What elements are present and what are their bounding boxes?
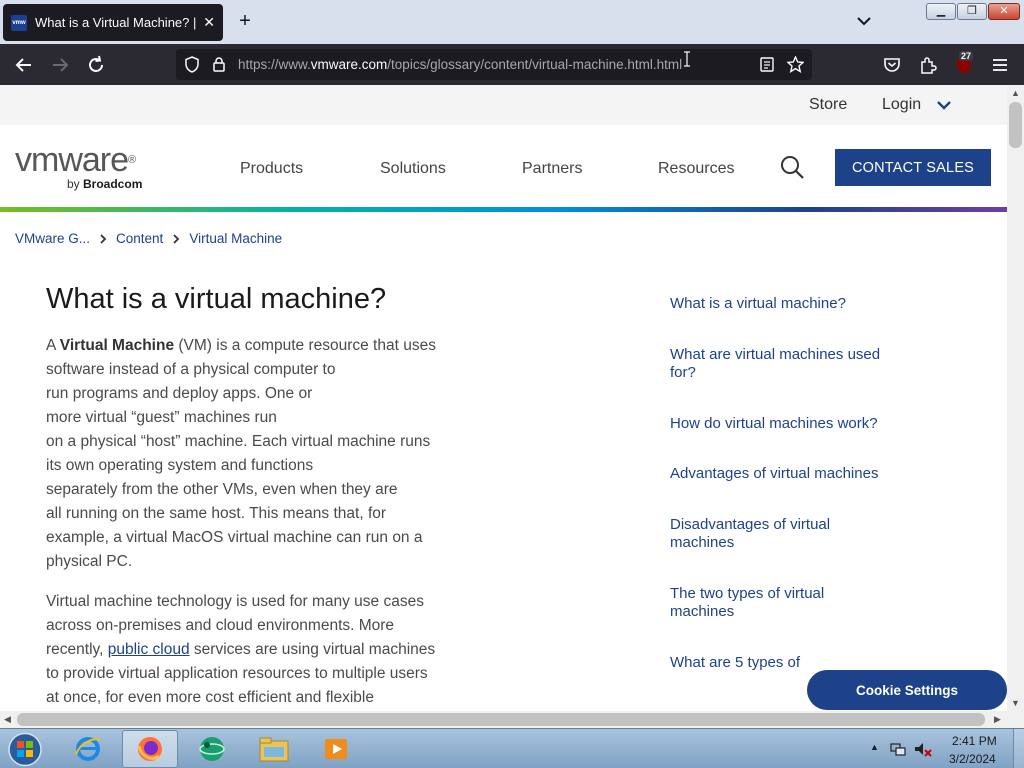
breadcrumb-item-content[interactable]: Content [116,231,163,246]
media-player-icon [325,739,347,759]
main-navigation: vmware® by Broadcom Products Solutions P… [0,125,1007,208]
show-desktop-button[interactable] [1013,729,1024,768]
clock-date[interactable]: 3/2/2024 [949,752,996,766]
horizontal-scroll-thumb[interactable] [17,713,985,726]
toc-link[interactable]: Disadvantages of virtual machines [670,516,890,553]
taskbar-firefox[interactable] [122,730,178,768]
scroll-left-icon[interactable]: ◀ [4,714,11,725]
clock-time[interactable]: 2:41 PM [952,734,997,748]
toc-link[interactable]: How do virtual machines work? [670,415,890,434]
hamburger-menu-icon[interactable] [989,54,1011,76]
browser-nav-bar: https://www.vmware.com/topics/glossary/c… [0,44,1024,85]
search-icon[interactable] [780,155,804,179]
toc-link[interactable]: What is a virtual machine? [670,295,890,314]
taskbar-internet-explorer[interactable] [60,730,116,768]
login-link[interactable]: Login [882,96,921,114]
url-text: https://www.vmware.com/topics/glossary/c… [238,57,683,72]
page-title: What is a virtual machine? [46,283,387,315]
window-minimize-button[interactable]: ▁ [926,3,956,20]
cookie-settings-button[interactable]: Cookie Settings [807,670,1007,710]
browser-tab-active[interactable]: vmw What is a Virtual Machine? | VMware … [3,4,223,41]
store-link[interactable]: Store [809,96,847,114]
scroll-right-icon[interactable]: ▶ [994,714,1001,725]
vertical-scrollbar[interactable] [1007,85,1024,711]
chevron-down-icon[interactable] [936,98,952,112]
taskbar-file-explorer[interactable] [246,730,302,768]
intro-paragraph: A Virtual Machine (VM) is a compute reso… [46,337,436,570]
tracking-shield-icon[interactable] [184,56,200,73]
reload-icon[interactable] [85,54,107,76]
new-tab-button[interactable]: + [234,10,256,32]
vmware-favicon-icon: vmw [11,14,27,31]
reader-view-icon[interactable] [760,57,774,72]
pocket-icon[interactable] [881,54,903,76]
tab-title: What is a Virtual Machine? | VMware [35,15,197,30]
window-close-button[interactable]: ✕ [988,3,1020,20]
volume-muted-icon[interactable] [914,741,932,757]
breadcrumb: VMware G... Content Virtual Machine [15,231,282,246]
scroll-up-icon[interactable]: ▲ [1011,88,1020,98]
text-cursor-icon [684,51,690,67]
taskbar-app-globe[interactable] [184,730,240,768]
chevron-right-icon [173,233,180,244]
forward-arrow-icon[interactable] [49,54,71,76]
public-cloud-link[interactable]: public cloud [108,641,190,658]
internet-explorer-icon [75,737,101,761]
logo-wordmark: vmware® [15,141,136,179]
utility-bar: Store Login [0,85,1007,125]
tab-list-chevron-icon[interactable] [855,12,873,30]
breadcrumb-item-virtual-machine[interactable]: Virtual Machine [189,231,282,246]
nav-partners[interactable]: Partners [522,160,582,178]
nav-solutions[interactable]: Solutions [380,160,446,178]
lock-icon[interactable] [212,56,226,73]
window-restore-button[interactable]: ❐ [957,3,987,20]
scroll-down-icon[interactable]: ▼ [1011,698,1020,708]
browser-tab-strip: vmw What is a Virtual Machine? | VMware … [0,0,1024,44]
breadcrumb-item-glossary[interactable]: VMware G... [15,231,90,246]
nav-resources[interactable]: Resources [658,160,734,178]
firefox-icon [137,737,162,761]
system-tray: ▲ [864,729,1024,768]
tab-close-icon[interactable]: ✕ [203,14,215,31]
toc-link[interactable]: The two types of virtual machines [670,585,890,622]
extension-badge-count: 27 [959,51,974,61]
vmware-by-broadcom-logo[interactable]: vmware® by Broadcom [15,141,142,191]
table-of-contents: What is a virtual machine? What are virt… [670,295,890,704]
article-body: What is a virtual machine? A Virtual Mac… [46,281,486,710]
vertical-scroll-thumb[interactable] [1009,102,1022,148]
brand-gradient-divider [0,207,1007,212]
taskbar-media-player[interactable] [308,730,364,768]
page-viewport: Store Login vmware® by Broadcom Products… [0,85,1007,711]
use-cases-paragraph: Virtual machine technology is used for m… [46,593,436,706]
folder-icon [259,737,289,762]
back-arrow-icon[interactable] [13,54,35,76]
network-icon[interactable] [890,741,906,757]
address-bar[interactable]: https://www.vmware.com/topics/glossary/c… [176,49,812,80]
tray-expand-icon[interactable]: ▲ [870,742,879,752]
toc-link[interactable]: Advantages of virtual machines [670,465,890,484]
nav-products[interactable]: Products [240,160,303,178]
toc-link[interactable]: What are virtual machines used for? [670,346,890,383]
scrollbar-corner [1007,711,1024,728]
contact-sales-button[interactable]: CONTACT SALES [835,149,991,186]
globe-app-icon [199,737,225,761]
chevron-right-icon [100,233,107,244]
windows-start-orb-icon[interactable] [5,731,45,768]
logo-byline: by Broadcom [67,177,143,191]
windows-taskbar: ▲ 2:41 PM 3/2/2024 [0,728,1024,768]
bookmark-star-icon[interactable] [787,56,804,73]
extensions-puzzle-icon[interactable] [917,54,939,76]
